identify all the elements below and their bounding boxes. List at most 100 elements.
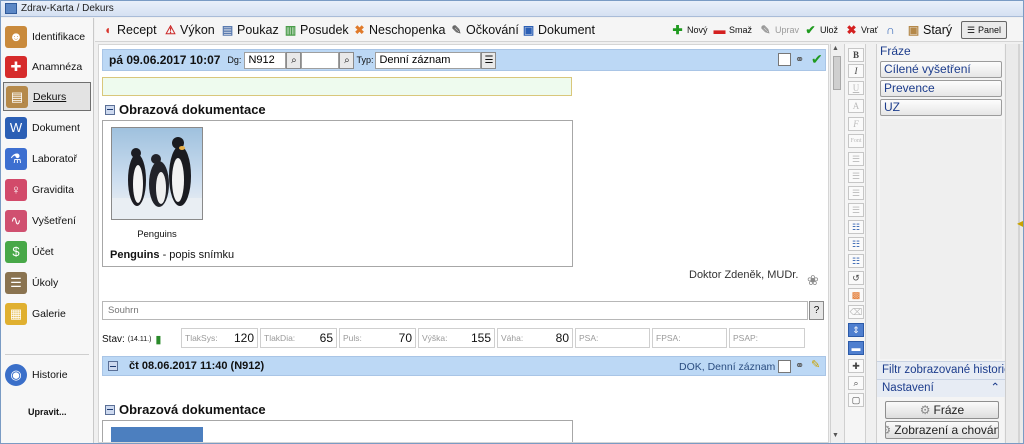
phrase-item[interactable]: Cílené vyšetření: [880, 61, 1002, 78]
confirm-check-icon[interactable]: ✔: [811, 51, 823, 68]
record-checkbox[interactable]: [778, 53, 791, 66]
vital-tlaksys[interactable]: TlakSys: 120: [181, 328, 258, 348]
nav-item-laborator[interactable]: ⚗ Laboratoř: [3, 144, 91, 173]
vital-puls[interactable]: Puls: 70: [339, 328, 416, 348]
display-behavior-button[interactable]: ⚙ Zobrazení a chování: [885, 421, 999, 439]
vital-label: Puls:: [343, 333, 362, 343]
collapse-arrow-icon[interactable]: ◀: [1017, 219, 1023, 228]
font-color-button[interactable]: A: [848, 99, 864, 113]
vital-fpsa[interactable]: FPSA:: [652, 328, 727, 348]
vital-value: 80: [555, 331, 569, 345]
record-checkbox[interactable]: [778, 360, 791, 373]
penguins-thumbnail[interactable]: [111, 127, 203, 220]
save-button[interactable]: ✔ Ulož: [804, 21, 838, 39]
ockovani-button[interactable]: ✎ Očkování: [450, 21, 518, 39]
vital-vaha[interactable]: Váha: 80: [497, 328, 573, 348]
history-filter-section[interactable]: Filtr zobrazované historie: [877, 361, 1005, 379]
italic-button[interactable]: I: [848, 64, 864, 78]
recept-button[interactable]: ◖ Recept: [101, 21, 157, 39]
font-button[interactable]: F: [848, 117, 864, 131]
expand-vertical-icon[interactable]: ⇕: [848, 323, 864, 337]
souhrn-input[interactable]: [102, 301, 808, 320]
vykon-button[interactable]: ⚠ Výkon: [164, 21, 215, 39]
dg-input[interactable]: [244, 51, 287, 69]
old-button[interactable]: ▣ Starý: [907, 21, 952, 39]
panel-collapse-strip[interactable]: ◀: [1005, 44, 1023, 443]
fullscreen-icon[interactable]: ▢: [848, 393, 864, 407]
collapse-icon[interactable]: [105, 104, 115, 115]
main-toolbar: ◖ Recept ⚠ Výkon ▤ Poukaz ▥ Posudek ✖ Ne…: [95, 18, 1023, 42]
app-icon: [5, 3, 17, 14]
underline-button[interactable]: U: [848, 81, 864, 95]
indent-icon[interactable]: ☷: [848, 254, 864, 268]
record-header[interactable]: čt 08.06.2017 11:40 (N912) DOK, Denní zá…: [102, 356, 826, 376]
search-icon[interactable]: ⌕: [848, 376, 864, 390]
nav-item-gravidita[interactable]: ♀ Gravidita: [3, 175, 91, 204]
align-center-icon[interactable]: ☰: [848, 169, 864, 183]
dg-text-search-button[interactable]: ⌕: [339, 51, 355, 69]
bullet-list-icon[interactable]: ☷: [848, 220, 864, 234]
typ-input[interactable]: [375, 51, 482, 69]
insert-icon[interactable]: ✚: [848, 359, 864, 373]
link-icon[interactable]: ⚭: [795, 53, 804, 66]
phrases-button[interactable]: ⚙ Fráze: [885, 401, 999, 419]
nav-item-identifikace[interactable]: ☻ Identifikace: [3, 22, 91, 51]
nav-item-dokument[interactable]: W Dokument: [3, 113, 91, 142]
neschopenka-button[interactable]: ✖ Neschopenka: [353, 21, 445, 39]
vykon-label: Výkon: [180, 23, 215, 37]
vital-psa[interactable]: PSA:: [575, 328, 650, 348]
collapse-icon[interactable]: ▬: [848, 341, 864, 355]
souhrn-help-button[interactable]: ?: [809, 301, 824, 320]
numbered-list-icon[interactable]: ☷: [848, 237, 864, 251]
scroll-up-icon[interactable]: ▲: [832, 45, 839, 52]
image-thumbnail[interactable]: [111, 427, 203, 442]
nav-item-galerie[interactable]: ▦ Galerie: [3, 299, 91, 328]
align-right-icon[interactable]: ☰: [848, 186, 864, 200]
nav-item-dekurs[interactable]: ▤ Dekurs: [3, 82, 91, 111]
align-left-icon[interactable]: ☰: [848, 152, 864, 166]
panel-toggle-button[interactable]: ☰ Panel: [961, 21, 1007, 39]
content-scrollbar[interactable]: ▲ ▼: [830, 44, 842, 443]
posudek-button[interactable]: ▥ Posudek: [284, 21, 349, 39]
bar-chart-icon[interactable]: ▮: [155, 333, 161, 346]
nav-item-anamneza[interactable]: ✚ Anamnéza: [3, 52, 91, 81]
typ-list-button[interactable]: ☰: [481, 51, 497, 69]
dg-text-input[interactable]: [301, 51, 340, 69]
edit-button[interactable]: ✎ Uprav: [759, 21, 799, 39]
clear-format-icon[interactable]: ⌫: [848, 305, 864, 319]
pencil-icon[interactable]: ✎: [811, 358, 820, 371]
delete-button[interactable]: ▬ Smaž: [713, 21, 753, 39]
vital-psap[interactable]: PSAP:: [729, 328, 805, 348]
settings-section[interactable]: Nastavení ⌃: [877, 379, 1005, 397]
phrase-list-area[interactable]: [880, 119, 1002, 359]
edit-nav-link[interactable]: Upravit...: [28, 407, 67, 417]
revert-button[interactable]: ✖ Vrať: [845, 21, 878, 39]
dokument-button[interactable]: ▣ Dokument: [522, 21, 595, 39]
bold-button[interactable]: B: [848, 48, 864, 62]
phrase-item[interactable]: Prevence: [880, 80, 1002, 97]
dg-search-button[interactable]: ⌕: [286, 51, 302, 69]
scroll-down-icon[interactable]: ▼: [832, 432, 839, 439]
vital-vyska[interactable]: Výška: 155: [418, 328, 495, 348]
new-button[interactable]: ✚ Nový: [671, 21, 707, 39]
poukaz-button[interactable]: ▤ Poukaz: [221, 21, 279, 39]
record-text-area[interactable]: [102, 77, 572, 96]
collapse-icon[interactable]: [108, 361, 118, 371]
scrollbar-thumb[interactable]: [833, 56, 841, 90]
nav-item-label: Anamnéza: [32, 60, 83, 73]
align-justify-icon[interactable]: ☰: [848, 203, 864, 217]
collapse-icon[interactable]: [105, 404, 115, 415]
undo-icon[interactable]: ↺: [848, 271, 864, 285]
chevron-up-icon[interactable]: ⌃: [990, 380, 1000, 397]
nav-item-historie[interactable]: ◉ Historie: [3, 360, 91, 389]
link-icon[interactable]: ⚭: [795, 359, 804, 372]
vital-tlakdia[interactable]: TlakDia: 65: [260, 328, 337, 348]
paste-icon[interactable]: ▩: [848, 288, 864, 302]
nav-item-ukoly[interactable]: ☰ Úkoly: [3, 268, 91, 297]
support-button[interactable]: ∩: [884, 21, 900, 39]
nav-item-vysetreni[interactable]: ∿ Vyšetření: [3, 206, 91, 235]
vital-value: 120: [233, 331, 254, 345]
phrase-item[interactable]: UZ: [880, 99, 1002, 116]
nav-item-ucet[interactable]: $ Účet: [3, 237, 91, 266]
font-size-button[interactable]: Font: [848, 134, 864, 148]
